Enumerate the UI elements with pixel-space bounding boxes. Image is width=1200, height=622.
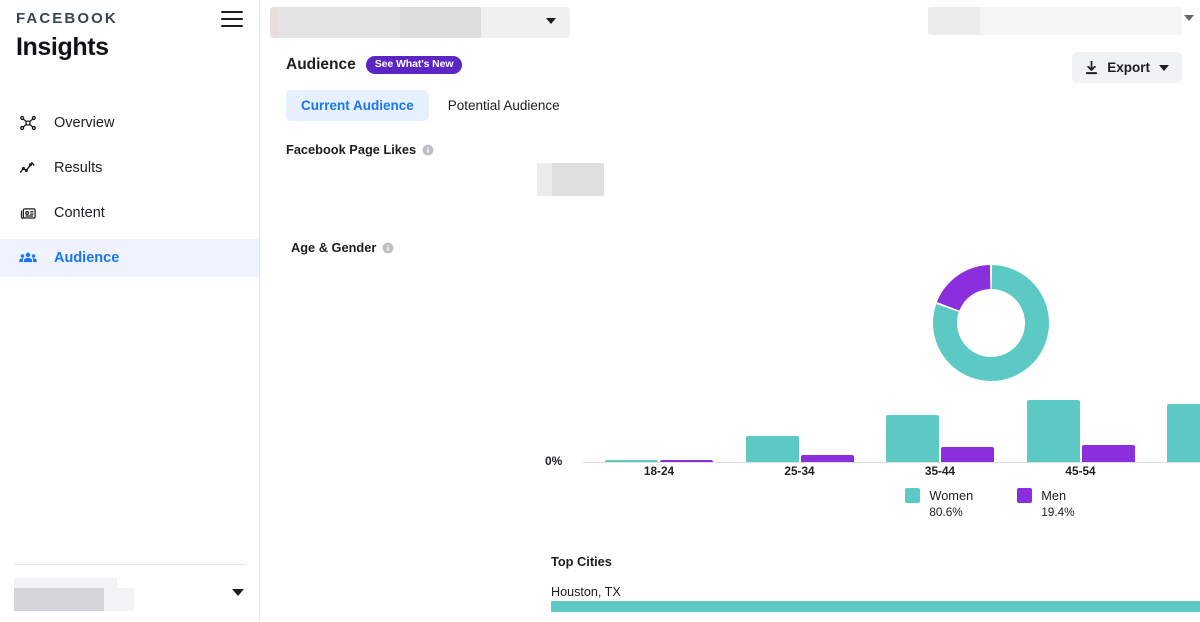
footer-placeholder-side — [104, 588, 134, 611]
city-bar-track — [551, 601, 1200, 612]
download-icon — [1085, 61, 1098, 75]
legend-value-women: 80.6% — [929, 505, 962, 519]
account-selector-placeholder-b — [279, 7, 400, 38]
sidebar-item-results[interactable]: Results — [0, 149, 259, 187]
facebook-wordmark: FACEBOOK — [16, 10, 118, 27]
main-content: Audience See What's New Export Current A… — [260, 0, 1200, 622]
bar-group: 45-54 — [1027, 384, 1135, 462]
sidebar-item-label: Overview — [54, 115, 114, 131]
bar-women[interactable] — [746, 436, 799, 462]
x-axis-tick-label: 45-54 — [1027, 464, 1135, 478]
top-cities-title: Top Cities — [551, 554, 612, 569]
chevron-down-icon[interactable] — [1184, 15, 1194, 21]
page-likes-title-row: Facebook Page Likes — [286, 142, 434, 157]
bar-group: 35-44 — [886, 384, 994, 462]
bar-group: 25-34 — [746, 384, 854, 462]
account-selector-placeholder-c — [400, 7, 481, 38]
insights-page: FACEBOOK Insights Overview — [0, 0, 1200, 622]
tab-current-audience[interactable]: Current Audience — [286, 90, 429, 121]
account-selector[interactable] — [270, 7, 570, 38]
sidebar-item-overview[interactable]: Overview — [0, 104, 259, 142]
page-likes-value-placeholder — [537, 163, 604, 196]
info-icon[interactable] — [422, 144, 434, 156]
sidebar-divider — [14, 564, 246, 565]
bar-men[interactable] — [660, 460, 713, 462]
audience-tabs: Current Audience Potential Audience — [286, 90, 575, 121]
x-axis-baseline — [583, 462, 1200, 463]
sidebar-item-label: Audience — [54, 250, 119, 266]
people-group-icon — [18, 248, 38, 268]
x-axis-tick-label: 55-64 — [1167, 464, 1200, 478]
sidebar: FACEBOOK Insights Overview — [0, 0, 260, 622]
sidebar-nav: Overview Results — [0, 104, 259, 277]
donut-slice-men — [937, 265, 990, 311]
legend-swatch-men — [1017, 488, 1032, 503]
sidebar-item-content[interactable]: Content — [0, 194, 259, 232]
legend-item-women: Women 80.6% — [905, 488, 973, 519]
footer-placeholder-main — [14, 588, 104, 611]
gender-donut-chart — [928, 264, 1054, 383]
info-icon[interactable] — [382, 242, 394, 254]
bar-women[interactable] — [1167, 404, 1200, 463]
y-axis-zero-label: 0% — [545, 454, 562, 468]
bar-women[interactable] — [605, 460, 658, 462]
age-gender-bar-chart: 0% 18-2425-3435-4445-5455-6465+ — [545, 385, 1200, 485]
footer-placeholder-top — [14, 578, 117, 588]
sidebar-footer-selector[interactable] — [14, 578, 246, 611]
page-likes-title: Facebook Page Likes — [286, 142, 416, 157]
sidebar-item-label: Results — [54, 160, 102, 176]
x-axis-tick-label: 35-44 — [886, 464, 994, 478]
date-range-selector[interactable] — [928, 7, 1182, 35]
audience-header: Audience See What's New — [286, 56, 462, 74]
date-selector-placeholder — [928, 7, 980, 35]
cards-stack-icon — [18, 203, 38, 223]
export-button[interactable]: Export — [1072, 52, 1182, 83]
gender-legend: Women 80.6% Men 19.4% — [545, 488, 1200, 519]
bar-men[interactable] — [1082, 445, 1135, 462]
bar-group: 18-24 — [605, 384, 713, 462]
legend-label-men: Men — [1041, 488, 1066, 503]
tab-potential-audience[interactable]: Potential Audience — [433, 90, 575, 121]
audience-title: Audience — [286, 56, 356, 74]
bar-group: 55-64 — [1167, 384, 1200, 462]
age-gender-title-row: Age & Gender — [291, 240, 394, 255]
topbar — [260, 0, 1200, 46]
sidebar-item-audience[interactable]: Audience — [0, 239, 259, 277]
chevron-down-icon[interactable] — [546, 18, 556, 24]
city-label: Houston, TX — [551, 585, 621, 599]
sidebar-footer — [0, 564, 260, 622]
bar-women[interactable] — [886, 415, 939, 462]
hamburger-icon[interactable] — [221, 11, 243, 27]
legend-value-men: 19.4% — [1041, 505, 1074, 519]
export-label: Export — [1107, 60, 1150, 75]
bar-men[interactable] — [941, 447, 994, 462]
x-axis-tick-label: 18-24 — [605, 464, 713, 478]
page-likes-placeholder-segment — [537, 163, 552, 196]
network-hub-icon — [18, 113, 38, 133]
legend-swatch-women — [905, 488, 920, 503]
age-gender-title: Age & Gender — [291, 240, 376, 255]
page-title: Insights — [0, 27, 259, 62]
line-chart-icon — [18, 158, 38, 178]
see-whats-new-badge[interactable]: See What's New — [366, 56, 463, 74]
sidebar-brand-row: FACEBOOK — [0, 0, 259, 27]
legend-item-men: Men 19.4% — [1017, 488, 1074, 519]
x-axis-tick-label: 25-34 — [746, 464, 854, 478]
legend-label-women: Women — [929, 488, 973, 503]
chevron-down-icon[interactable] — [232, 589, 244, 596]
sidebar-item-label: Content — [54, 205, 105, 221]
bar-men[interactable] — [801, 455, 854, 462]
city-bar-fill — [551, 601, 1200, 612]
account-selector-placeholder-a — [270, 7, 279, 38]
bar-women[interactable] — [1027, 400, 1080, 462]
chevron-down-icon[interactable] — [1159, 65, 1169, 71]
